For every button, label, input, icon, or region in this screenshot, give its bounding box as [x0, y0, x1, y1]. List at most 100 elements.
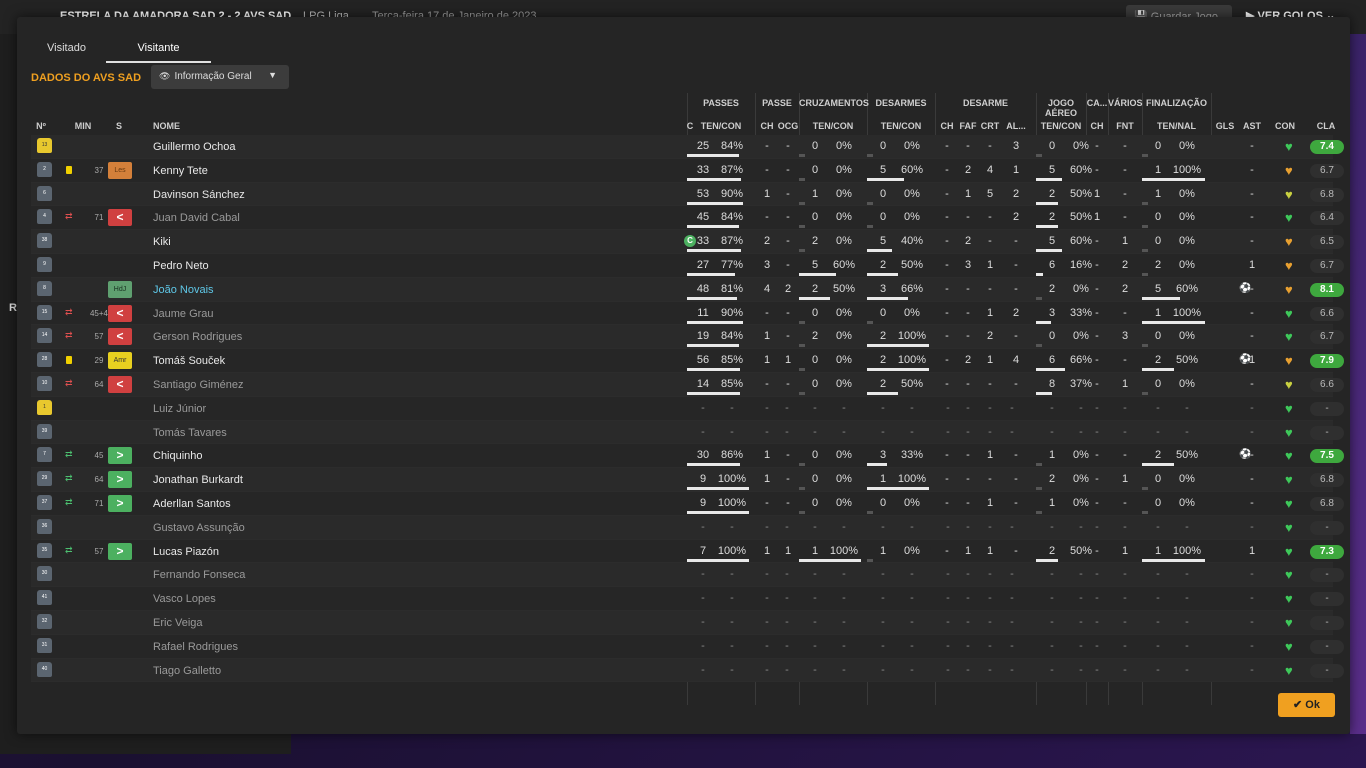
- col-ocg[interactable]: OCG: [777, 121, 799, 131]
- section-title: DADOS DO AVS SAD: [31, 72, 142, 84]
- player-name[interactable]: Jaume Grau: [153, 308, 214, 320]
- player-name[interactable]: Aderllan Santos: [153, 498, 231, 510]
- passes-ten: 25: [696, 140, 710, 152]
- ok-button[interactable]: ✔ Ok: [1278, 693, 1335, 717]
- player-name[interactable]: Kenny Tete: [153, 165, 208, 177]
- col-ch3[interactable]: CH: [1086, 121, 1108, 131]
- player-name[interactable]: Santiago Giménez: [153, 379, 244, 391]
- tab-visitante[interactable]: Visitante: [106, 39, 211, 63]
- table-row[interactable]: 7 ⇄ 45 > Chiquinho 30 86% 1-0 0% 3 33% - -1-1 0% - -2 50…: [31, 444, 1344, 469]
- tackles-ten: 1: [879, 473, 887, 486]
- table-row[interactable]: 2 37 Les Kenny Tete 33 87% - -0 0% 5 60% -2 4 1 5 60% - -…: [31, 158, 1344, 183]
- table-row[interactable]: 1 Luiz Júnior - - - - - - - - - - - - - - - - - - - ♥ -: [31, 396, 1344, 421]
- col-s[interactable]: S: [109, 121, 129, 131]
- shots-bar: [1142, 463, 1174, 467]
- col-cla[interactable]: CLA: [1309, 121, 1343, 131]
- table-row[interactable]: 38 Kiki C 33 87% 2-2 0% 5 40% -2- -5 60% -1 0 0% - ♥ 6.5: [31, 230, 1344, 254]
- position-badge: <: [108, 209, 132, 227]
- table-row[interactable]: 10 ⇄ 64 < Santiago Giménez 14 85% - -0 0% 2 50% - - - -…: [31, 372, 1344, 397]
- player-name[interactable]: Jonathan Burkardt: [153, 474, 243, 486]
- ch1: -: [765, 592, 769, 605]
- col-pass-ten-con[interactable]: TEN/CON: [687, 121, 755, 131]
- table-row[interactable]: 28 29 Amr Tomáš Souček 56 85% 1 1 0 0% 2 100% -2 1 4 6 6…: [31, 349, 1344, 373]
- crosses-ten: 2: [811, 282, 819, 295]
- col-con[interactable]: CON: [1265, 121, 1305, 131]
- aerial-ten: 0: [1048, 140, 1056, 152]
- player-name[interactable]: Gerson Rodrigues: [153, 331, 242, 343]
- table-row[interactable]: 8 HdJ João Novais 48 81% 4 2 2 50% 3 66% - - - -2 0% -2 5…: [31, 277, 1344, 302]
- player-name[interactable]: Guillermo Ochoa: [153, 141, 236, 153]
- player-name[interactable]: Chiquinho: [153, 450, 203, 462]
- table-row[interactable]: 15 ⇄ 45+4 < Jaume Grau 11 90% - -0 0% 0 0% - -1 2 3 33% -…: [31, 301, 1344, 326]
- table-row[interactable]: 36 Gustavo Assunção - - - - - - - - - - - - - - - - - - - ♥ -: [31, 515, 1344, 540]
- player-name[interactable]: Lucas Piazón: [153, 546, 219, 558]
- player-name[interactable]: Eric Veiga: [153, 617, 203, 629]
- player-name[interactable]: Rafael Rodrigues: [153, 641, 238, 653]
- player-name[interactable]: Tomáš Souček: [153, 355, 225, 367]
- col-des-ten-con[interactable]: TEN/CON: [867, 121, 935, 131]
- tab-visitado[interactable]: Visitado: [33, 39, 100, 63]
- col-min[interactable]: MIN: [69, 121, 97, 131]
- player-name[interactable]: Tomás Tavares: [153, 427, 227, 439]
- tackles-con: 0%: [904, 544, 920, 557]
- player-name[interactable]: Pedro Neto: [153, 260, 209, 272]
- sub-off-icon: ⇄: [65, 211, 73, 222]
- fouls-against: -: [966, 377, 970, 390]
- crt: -: [988, 473, 992, 486]
- player-name[interactable]: Vasco Lopes: [153, 593, 216, 605]
- col-cruz-ten-con[interactable]: TEN/CON: [799, 121, 867, 131]
- col-ch[interactable]: CH: [757, 121, 777, 131]
- chances: -: [765, 140, 769, 152]
- col-faf[interactable]: FAF: [957, 121, 979, 131]
- player-name[interactable]: Davinson Sánchez: [153, 189, 245, 201]
- rating-badge: 7.3: [1310, 544, 1344, 559]
- table-row[interactable]: 30 Fernando Fonseca - - - - - - - - - - - - - - - - - - - ♥ -: [31, 563, 1344, 588]
- player-name[interactable]: Tiago Galletto: [153, 665, 221, 677]
- table-row[interactable]: 32 Eric Veiga - - - - - - - - - - - - - - - - - - - ♥ -: [31, 610, 1344, 635]
- table-row[interactable]: 35 ⇄ 57 > Lucas Piazón 7 100% 1 1 1 100% 1 0% -1 1-2 50…: [31, 539, 1344, 564]
- crt: 1: [986, 354, 994, 367]
- col-aer-ten-con[interactable]: TEN/CON: [1036, 121, 1086, 131]
- rating-badge: 6.8: [1310, 473, 1344, 488]
- ocg: -: [786, 258, 790, 271]
- col-al[interactable]: AL...: [1001, 121, 1031, 131]
- table-row[interactable]: 29 ⇄ 64 > Jonathan Burkardt 9 100% 1-0 0% 1 100% - -…: [31, 468, 1344, 492]
- crosses-ten: 0: [811, 306, 819, 319]
- table-row[interactable]: 9 Pedro Neto 27 77% 3-5 60% 2 50% -3 1-6 16% -2 2 0% 1…: [31, 253, 1344, 278]
- sub-on-icon: ⇄: [65, 449, 73, 460]
- chances: -: [765, 496, 769, 509]
- table-row[interactable]: 31 Rafael Rodrigues - - - - - - - - - - - - - - - - - - - ♥ -: [31, 634, 1344, 659]
- table-row[interactable]: 37 ⇄ 71 > Aderllan Santos 9 100% - -0 0% 0 0% - -1-1 0…: [31, 491, 1344, 516]
- rating-badge: -: [1310, 425, 1344, 440]
- table-row[interactable]: 40 Tiago Galletto - - - - - - - - - - - - - - - - - - - ♥ -: [31, 658, 1344, 683]
- player-name[interactable]: Luiz Júnior: [153, 403, 206, 415]
- col-ch2[interactable]: CH: [937, 121, 957, 131]
- rating-badge: -: [1310, 639, 1344, 654]
- col-fnt[interactable]: FNT: [1108, 121, 1142, 131]
- crosses-con: -: [842, 615, 846, 628]
- table-row[interactable]: 4 ⇄ 71 < Juan David Cabal 45 84% - -0 0% 0 0% - - -2 2 5…: [31, 206, 1344, 231]
- col-gls[interactable]: GLS: [1213, 121, 1237, 131]
- shots-ten: 1: [1154, 163, 1162, 176]
- table-row[interactable]: 13 Guillermo Ochoa 25 84% - - 0 0% 0 0% - - - 3 0 0% - - 0…: [31, 135, 1344, 159]
- crosses-bar: [799, 368, 805, 372]
- crt: 5: [986, 187, 994, 200]
- player-name[interactable]: Fernando Fonseca: [153, 569, 245, 581]
- table-row[interactable]: 41 Vasco Lopes - - - - - - - - - - - - - - - - - - - ♥ -: [31, 587, 1344, 611]
- col-num[interactable]: Nº: [31, 121, 51, 131]
- col-ast[interactable]: AST: [1239, 121, 1265, 131]
- table-row[interactable]: 39 Tomás Tavares - - - - - - - - - - - - - - - - - - - ♥ -: [31, 420, 1344, 445]
- table-row[interactable]: 6 Davinson Sánchez 53 90% 1-1 0% 0 0% -1 5 2 2 50% 1-…: [31, 182, 1344, 207]
- player-name[interactable]: Kiki: [153, 236, 171, 248]
- table-row[interactable]: 14 ⇄ 57 < Gerson Rodrigues 19 84% 1-2 0% 2 100% - -2…: [31, 325, 1344, 350]
- player-name[interactable]: João Novais: [153, 284, 214, 296]
- col-crt[interactable]: CRT: [979, 121, 1001, 131]
- col-fin-ten-nal[interactable]: TEN/NAL: [1142, 121, 1211, 131]
- player-name[interactable]: Gustavo Assunção: [153, 522, 245, 534]
- tackles-con: 50%: [900, 258, 924, 271]
- view-selector-dropdown[interactable]: 👁 Informação Geral ▼: [151, 65, 289, 89]
- player-name[interactable]: Juan David Cabal: [153, 212, 240, 224]
- condition-heart-icon: ♥: [1285, 376, 1293, 392]
- col-nome[interactable]: NOME: [153, 121, 180, 131]
- condition-heart-icon: ♥: [1285, 305, 1293, 321]
